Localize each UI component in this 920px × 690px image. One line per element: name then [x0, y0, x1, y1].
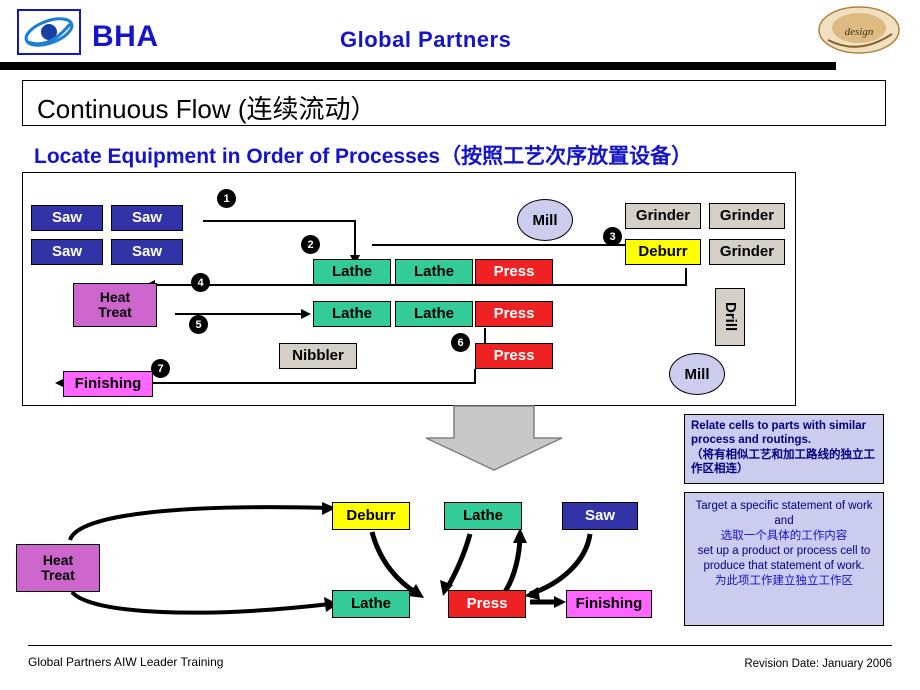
node-mill-1[interactable]: Mill [517, 199, 573, 241]
target-callout-en-1: Target a specific statement of work and [695, 500, 873, 527]
node-heat-treat[interactable]: Heat Treat [73, 283, 157, 327]
target-callout-zh-2: 为此项工作建立独立工作区 [715, 574, 853, 587]
cell-node-deburr[interactable]: Deburr [332, 502, 410, 530]
header-divider [0, 62, 836, 70]
cell-node-press[interactable]: Press [448, 590, 526, 618]
node-finishing[interactable]: Finishing [63, 371, 153, 397]
slide-title-box: Continuous Flow (连续流动） [22, 80, 886, 126]
footer-left-text: Global Partners AIW Leader Training [28, 655, 224, 669]
node-saw-3[interactable]: Saw [31, 239, 103, 265]
equipment-layout-frame: Saw Saw Saw Saw Lathe Lathe Lathe Lathe … [22, 172, 796, 406]
cell-heat-line1: Heat [42, 552, 74, 569]
svg-text:design: design [845, 26, 874, 38]
node-lathe-3[interactable]: Lathe [313, 301, 391, 327]
cell-node-lathe-1[interactable]: Lathe [444, 502, 522, 530]
page-header: BHA Global Partners design [0, 0, 920, 70]
node-mill-2[interactable]: Mill [669, 353, 725, 395]
node-press-2[interactable]: Press [475, 301, 553, 327]
target-callout-en-2: set up a product or process cell to prod… [697, 544, 871, 572]
step-badge-3: 3 [603, 227, 622, 246]
node-saw-4[interactable]: Saw [111, 239, 183, 265]
node-heat-treat-line2: Treat [98, 304, 132, 320]
step-badge-6: 6 [451, 333, 470, 352]
step-badge-1: 1 [217, 189, 236, 208]
node-grinder-1[interactable]: Grinder [625, 203, 701, 229]
node-nibbler[interactable]: Nibbler [279, 343, 357, 369]
cell-node-lathe-2[interactable]: Lathe [332, 590, 410, 618]
node-press-1[interactable]: Press [475, 259, 553, 285]
relate-cells-callout: Relate cells to parts with similar proce… [684, 414, 884, 484]
relate-callout-zh: （将有相似工艺和加工路线的独立工作区相连） [691, 448, 875, 476]
node-press-3[interactable]: Press [475, 343, 553, 369]
node-saw-1[interactable]: Saw [31, 205, 103, 231]
cell-node-finishing[interactable]: Finishing [566, 590, 652, 618]
step-badge-5: 5 [189, 315, 208, 334]
target-callout-zh-1: 选取一个具体的工作内容 [720, 529, 848, 542]
node-lathe-1[interactable]: Lathe [313, 259, 391, 285]
cell-heat-line2: Treat [41, 567, 75, 583]
footer-right-text: Revision Date: January 2006 [744, 658, 892, 670]
subtitle: Locate Equipment in Order of Processes（按… [34, 145, 693, 168]
cell-flow-diagram: Heat Treat Deburr Lathe Saw Lathe Press … [0, 404, 680, 650]
node-deburr[interactable]: Deburr [625, 239, 701, 265]
node-drill[interactable]: Drill [715, 288, 745, 346]
step-badge-7: 7 [151, 359, 170, 378]
page-title: Continuous Flow (连续流动） [37, 94, 377, 124]
step-badge-2: 2 [301, 235, 320, 254]
footer-divider [28, 645, 892, 646]
brand-title: BHA [92, 20, 159, 53]
cell-node-saw[interactable]: Saw [562, 502, 638, 530]
node-lathe-4[interactable]: Lathe [395, 301, 473, 327]
node-heat-treat-line1: Heat [99, 289, 131, 306]
node-grinder-3[interactable]: Grinder [709, 239, 785, 265]
step-badge-4: 4 [191, 273, 210, 292]
cell-node-heat-treat[interactable]: Heat Treat [16, 544, 100, 592]
swoosh-logo-icon [17, 9, 81, 55]
company-seal-icon: design [818, 6, 900, 54]
relate-callout-en: Relate cells to parts with similar proce… [691, 420, 867, 447]
node-drill-label: Drill [721, 302, 739, 332]
node-saw-2[interactable]: Saw [111, 205, 183, 231]
target-statement-callout: Target a specific statement of work and … [684, 492, 884, 626]
node-lathe-2[interactable]: Lathe [395, 259, 473, 285]
page-header-title: Global Partners [340, 27, 512, 52]
node-grinder-2[interactable]: Grinder [709, 203, 785, 229]
